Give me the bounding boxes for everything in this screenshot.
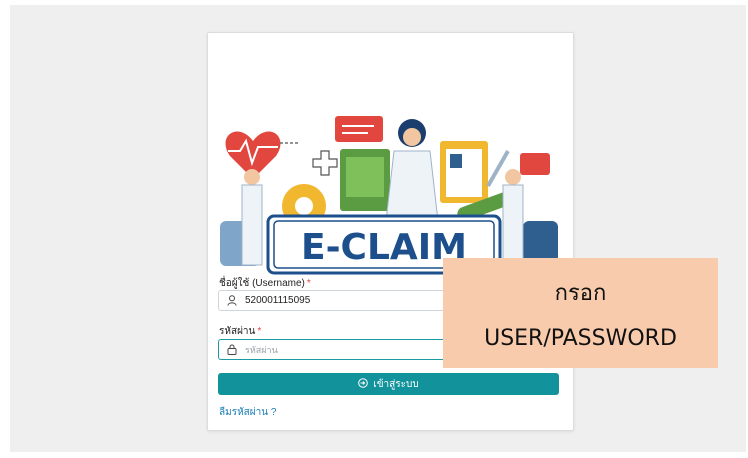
password-label: รหัสผ่าน *	[219, 324, 261, 339]
right-doctor-head	[505, 169, 521, 185]
login-icon	[358, 377, 369, 391]
username-label: ชื่อผู้ใช้ (Username) *	[219, 276, 311, 291]
left-doctor-body	[241, 184, 263, 266]
doctor-coat	[385, 150, 439, 222]
user-icon	[227, 295, 239, 307]
login-button[interactable]: เข้าสู่ระบบ	[218, 373, 559, 395]
instruction-callout: กรอก USER/PASSWORD	[443, 258, 718, 368]
username-label-text: ชื่อผู้ใช้ (Username)	[219, 278, 305, 289]
callout-line-2: USER/PASSWORD	[484, 326, 677, 351]
login-card: E-CLAIM ชื่อผู้ใช้ (Username) * 520001115…	[207, 32, 574, 431]
doctor-face	[403, 128, 421, 146]
forgot-password-link[interactable]: ลืมรหัสผ่าน ?	[219, 405, 276, 420]
right-doctor-body	[502, 184, 524, 266]
left-doctor-head	[244, 169, 260, 185]
username-value: 520001115095	[245, 295, 311, 306]
id-photo	[450, 154, 462, 168]
chat-bubble-icon	[335, 116, 383, 142]
gear-hole	[295, 197, 313, 215]
eclaim-illustration: E-CLAIM	[220, 116, 558, 275]
lock-icon	[227, 344, 239, 356]
login-button-label: เข้าสู่ระบบ	[373, 378, 419, 390]
right-blob-shape	[523, 221, 558, 263]
password-placeholder: รหัสผ่าน	[245, 344, 278, 355]
required-mark: *	[306, 278, 311, 289]
chat-bubble-right-icon	[520, 153, 550, 175]
syringe-icon	[486, 150, 510, 187]
monitor-screen	[346, 157, 384, 197]
password-label-text: รหัสผ่าน	[219, 326, 256, 337]
callout-line-1: กรอก	[554, 281, 607, 306]
required-mark: *	[257, 326, 262, 337]
medical-cross-icon	[312, 150, 338, 176]
